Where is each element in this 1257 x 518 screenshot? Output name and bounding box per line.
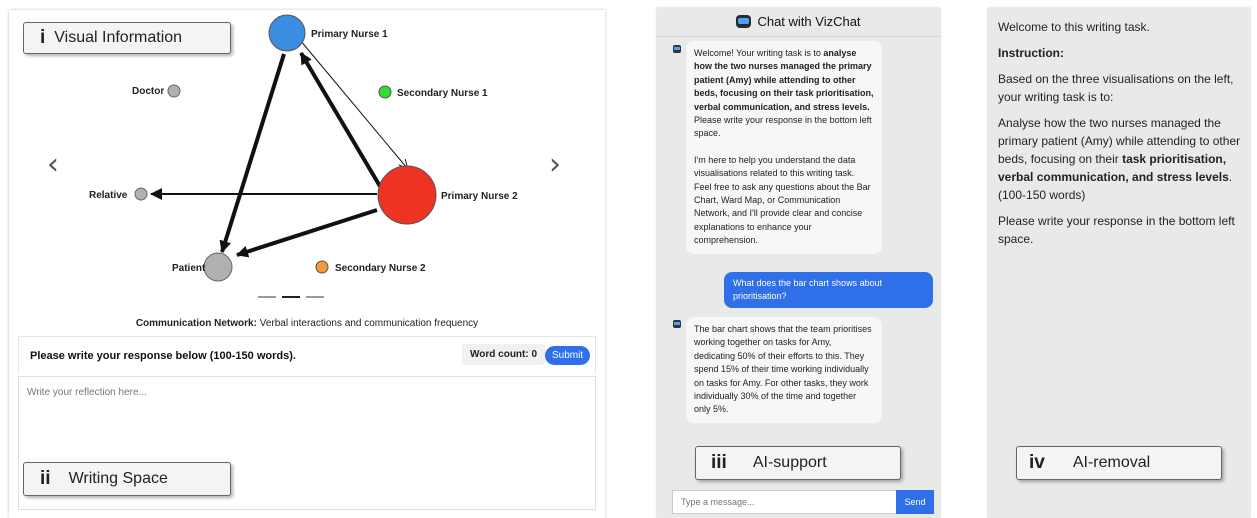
carousel-indicator-1[interactable] [258, 296, 276, 298]
edge-pn2-to-pn1 [299, 51, 383, 190]
label-ai-support-numeral: iii [711, 452, 727, 473]
edge-pn1-to-pn2 [299, 39, 407, 168]
node-doctor [167, 84, 181, 98]
task-analyse-post: . [1228, 170, 1233, 184]
label-writing-space-text: Writing Space [68, 470, 168, 487]
visual-information-panel: Primary Nurse 1 Doctor Secondary Nurse 1… [9, 10, 605, 518]
node-label-secondary-nurse-2: Secondary Nurse 2 [335, 263, 426, 274]
carousel-indicator-2[interactable] [282, 296, 300, 298]
word-count-badge: Word count: 0 [462, 344, 546, 365]
response-title: Please write your response below (100-15… [30, 350, 296, 362]
task-analyse: Analyse how the two nurses managed the p… [998, 114, 1244, 186]
label-ai-support: iii AI-support [695, 446, 901, 480]
carousel-indicator-3[interactable] [306, 296, 324, 298]
node-patient [203, 252, 233, 282]
task-instruction-panel: Welcome to this writing task. Instructio… [988, 8, 1250, 518]
task-intro: Based on the three visualisations on the… [998, 72, 1234, 104]
user-message: What does the bar chart shows about prio… [724, 272, 933, 308]
bot-message-welcome: Welcome! Your writing task is to analyse… [686, 41, 882, 254]
task-welcome: Welcome to this writing task. [998, 20, 1150, 34]
node-label-relative: Relative [89, 190, 128, 201]
welcome-text-pre: Welcome! Your writing task is to [694, 48, 824, 58]
chart-caption-text: Verbal interactions and communication fr… [256, 318, 479, 329]
node-label-primary-nurse-1: Primary Nurse 1 [311, 29, 388, 40]
node-primary-nurse-1 [268, 14, 306, 52]
node-secondary-nurse-1 [378, 85, 392, 99]
chat-divider [657, 36, 940, 37]
node-label-primary-nurse-2: Primary Nurse 2 [441, 191, 518, 202]
welcome-text-post: Please write your response in the bottom… [694, 115, 872, 139]
submit-button[interactable]: Submit [545, 346, 591, 365]
send-button[interactable]: Send [896, 490, 934, 514]
carousel-indicators [258, 296, 324, 298]
label-writing-space: ii Writing Space [23, 462, 231, 496]
carousel-prev-arrow[interactable]: ‹ [47, 150, 59, 180]
node-label-patient: Patient [172, 263, 206, 274]
label-writing-space-numeral: ii [40, 468, 51, 489]
edge-pn1-to-patient [219, 53, 286, 253]
task-closing: Please write your response in the bottom… [998, 214, 1235, 246]
node-relative [134, 187, 148, 201]
bot-avatar-icon [673, 320, 681, 328]
carousel-next-arrow[interactable]: › [549, 150, 561, 180]
communication-network-chart: Primary Nurse 1 Doctor Secondary Nurse 1… [89, 14, 518, 282]
chat-header: Chat with VizChat [657, 14, 940, 29]
task-word-range: (100-150 words) [998, 188, 1086, 202]
chart-caption-title: Communication Network: [135, 318, 257, 329]
robot-icon [736, 15, 752, 28]
label-ai-removal-numeral: iv [1029, 452, 1045, 473]
label-visual-information-text: Visual Information [54, 29, 183, 46]
chat-input-row: Send [672, 490, 934, 514]
ai-chat-panel: Chat with VizChat Welcome! Your writing … [657, 8, 940, 518]
welcome-text-help: I'm here to help you understand the data… [694, 154, 871, 246]
chat-message-input[interactable] [672, 490, 897, 514]
chart-caption: Communication Network: Verbal interactio… [9, 318, 605, 329]
label-visual-information: i Visual Information [23, 22, 231, 54]
response-header: Please write your response below (100-15… [18, 336, 596, 374]
node-label-secondary-nurse-1: Secondary Nurse 1 [397, 88, 488, 99]
task-instructions: Welcome to this writing task. Instructio… [998, 18, 1244, 256]
node-secondary-nurse-2 [315, 260, 329, 274]
bot-avatar-icon [673, 45, 681, 53]
node-label-doctor: Doctor [132, 86, 164, 97]
chat-title: Chat with VizChat [757, 14, 861, 29]
label-ai-support-text: AI-support [752, 454, 827, 471]
node-primary-nurse-2 [377, 165, 437, 225]
label-ai-removal: iv AI-removal [1016, 446, 1222, 480]
label-ai-removal-text: AI-removal [1072, 454, 1151, 471]
edge-pn2-to-patient [236, 208, 378, 258]
task-instruction-heading: Instruction: [998, 46, 1064, 60]
label-visual-information-numeral: i [40, 27, 46, 48]
bot-message-reply: The bar chart shows that the team priori… [686, 317, 882, 423]
